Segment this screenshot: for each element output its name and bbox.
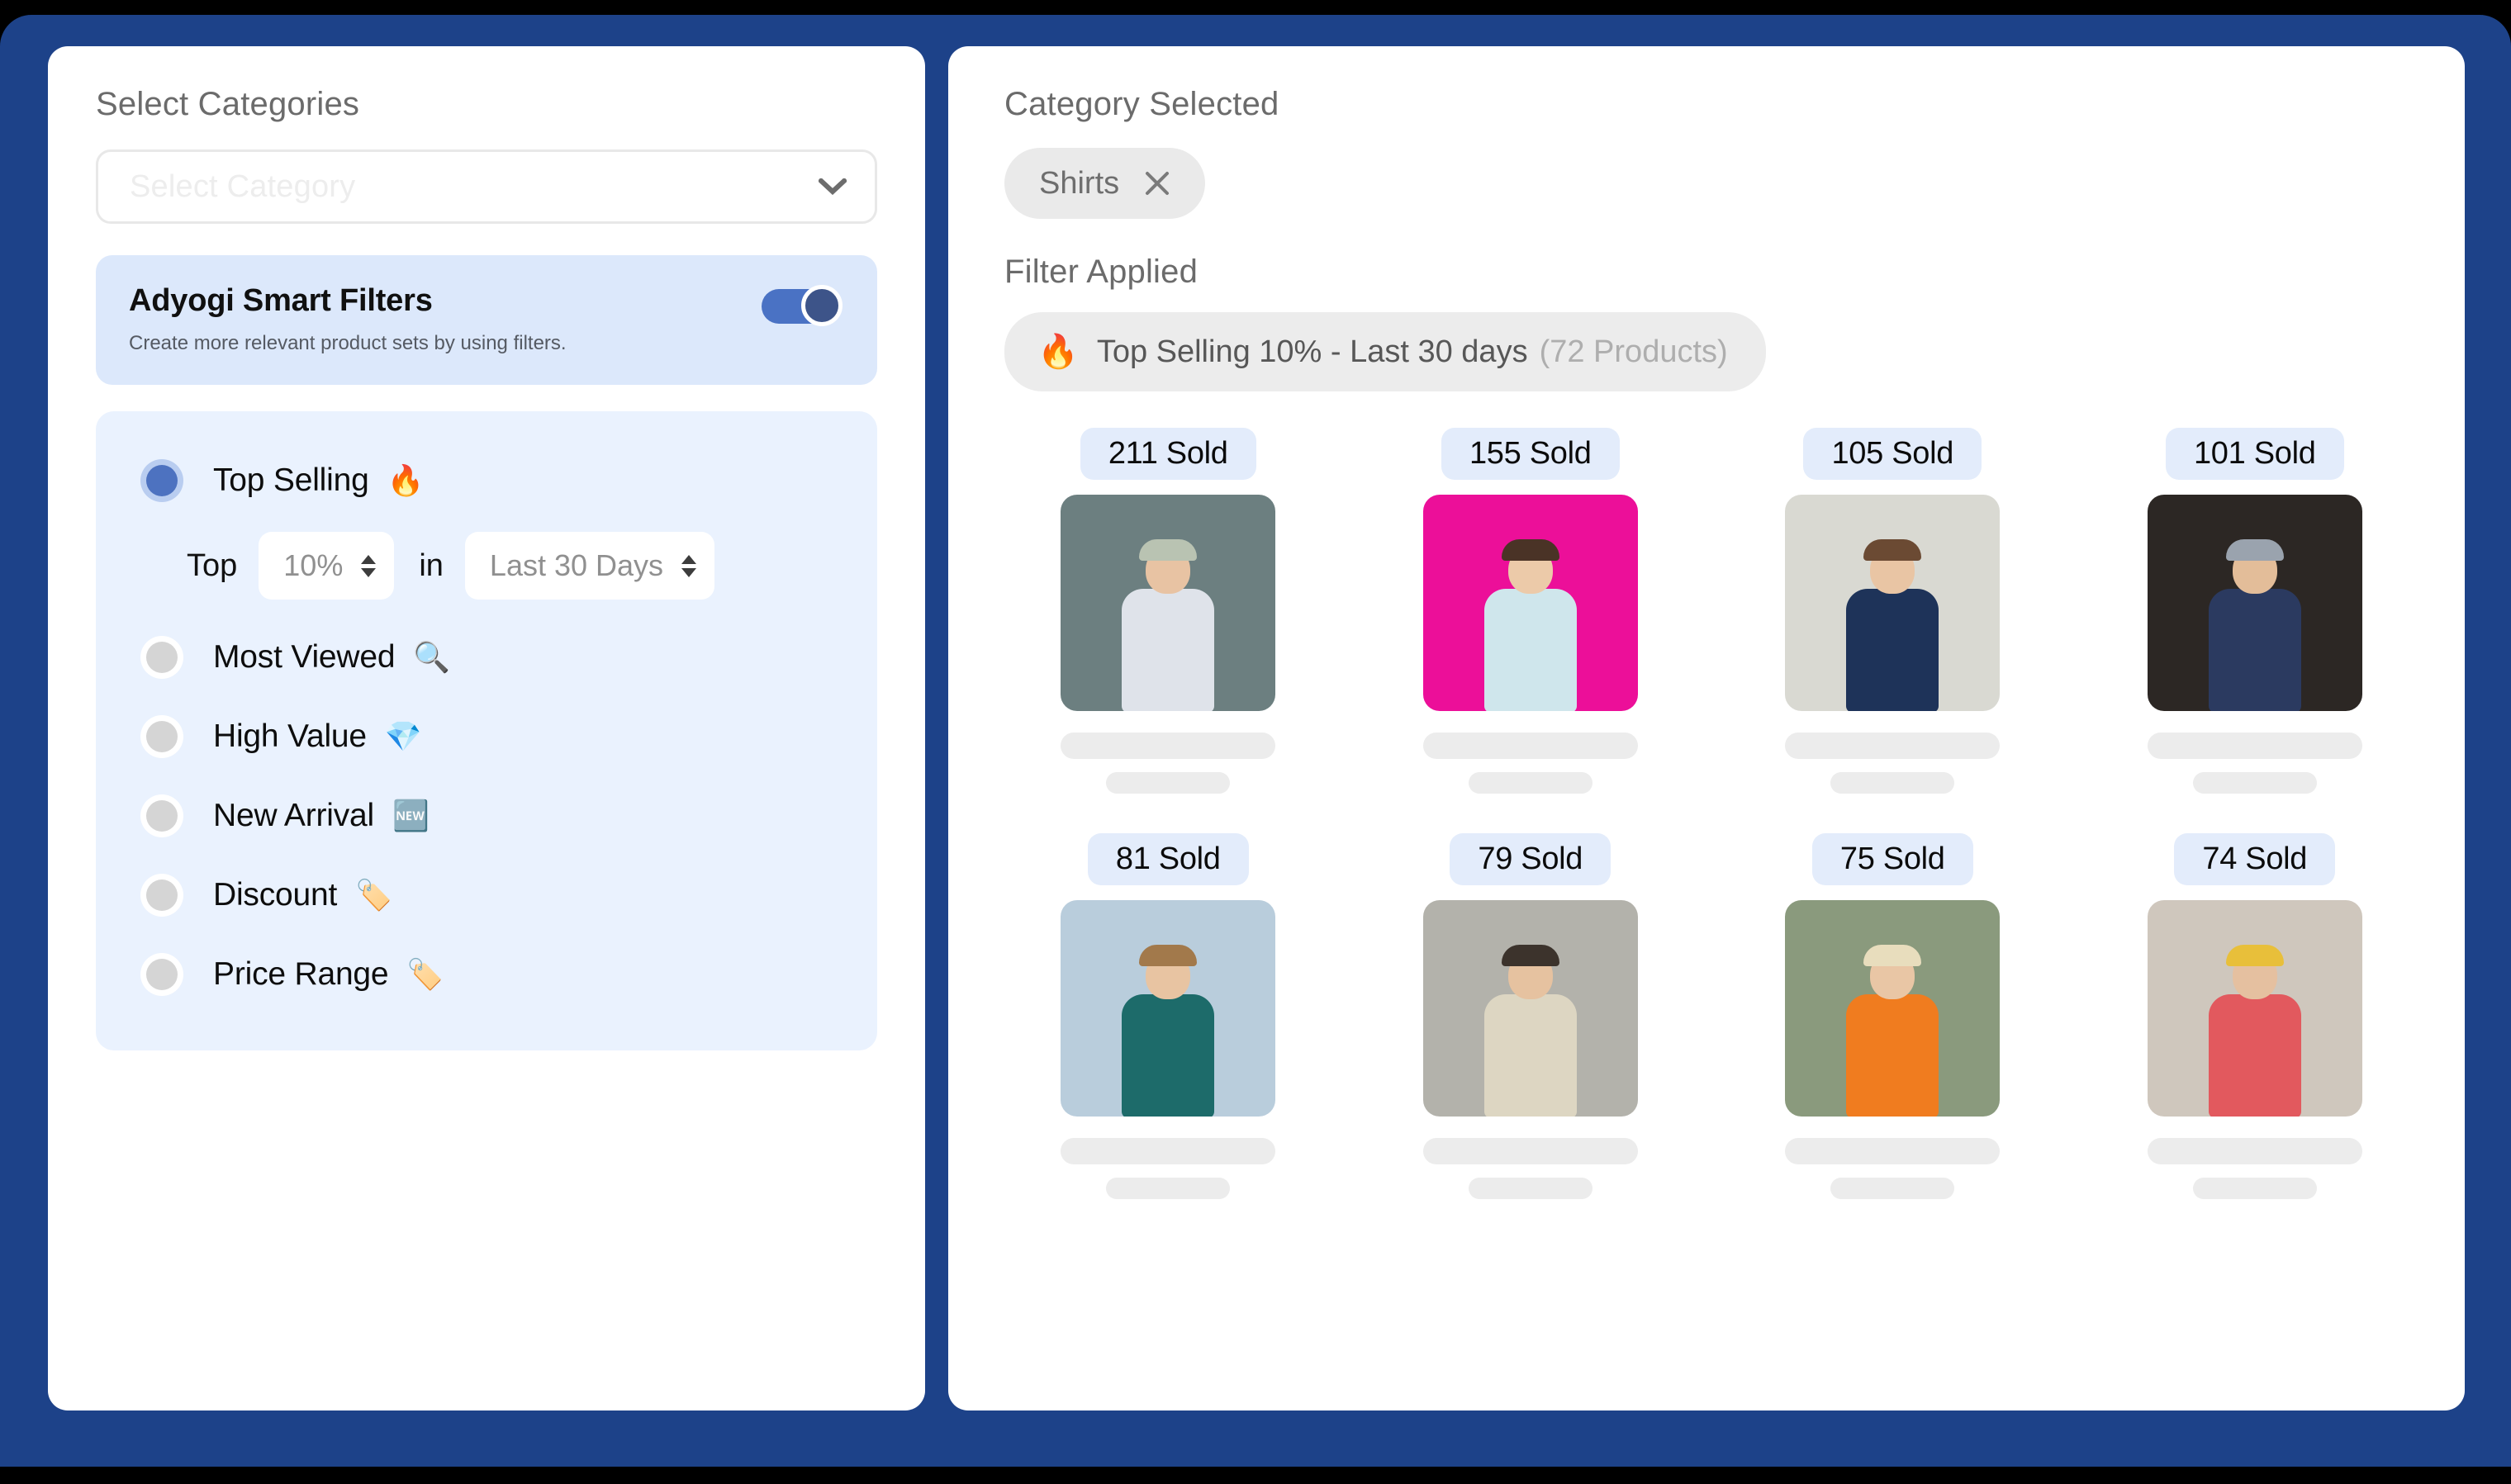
- filter-option-price-range[interactable]: Price Range 🏷️: [96, 935, 877, 1014]
- panels-container: Select Categories Select Category Adyogi…: [48, 46, 2465, 1411]
- product-image: [1061, 495, 1276, 711]
- title-skeleton: [1785, 733, 2001, 759]
- title-skeleton: [1422, 1138, 1638, 1164]
- filter-option-label: Price Range: [213, 956, 389, 992]
- product-image: [1785, 900, 2001, 1117]
- title-skeleton: [2147, 733, 2362, 759]
- sold-badge: 74 Sold: [2174, 833, 2336, 885]
- product-image: [1422, 495, 1638, 711]
- filter-option-label: Discount: [213, 877, 338, 913]
- product-image: [2147, 900, 2362, 1117]
- top-selling-controls: Top 10% in Last 30 Days: [142, 520, 877, 618]
- sold-badge: 101 Sold: [2165, 428, 2344, 480]
- sold-badge: 79 Sold: [1450, 833, 1612, 885]
- filter-option-most-viewed[interactable]: Most Viewed 🔍: [96, 618, 877, 697]
- sold-badge: 81 Sold: [1087, 833, 1249, 885]
- radio-high-value[interactable]: [140, 715, 183, 758]
- filter-options-list: Top Selling 🔥 Top 10% in Last 30 Days Mo…: [96, 411, 877, 1050]
- close-icon[interactable]: [1144, 170, 1170, 197]
- product-card[interactable]: 101 Sold: [2091, 428, 2419, 794]
- product-image: [1061, 900, 1276, 1117]
- period-value: Last 30 Days: [489, 548, 664, 582]
- fire-icon: 🔥: [387, 463, 425, 497]
- filter-option-top-selling[interactable]: Top Selling 🔥: [96, 441, 877, 520]
- price-skeleton: [1830, 772, 1955, 794]
- selected-category-chip[interactable]: Shirts: [1004, 148, 1206, 219]
- preview-panel: Category Selected Shirts Filter Applied …: [948, 46, 2465, 1411]
- percent-value: 10%: [283, 548, 344, 582]
- in-label: in: [419, 548, 444, 583]
- product-grid: 211 Sold 155 Sold 105 Sold 101 Sold 81 S…: [1004, 428, 2418, 1199]
- product-card[interactable]: 75 Sold: [1729, 833, 2057, 1199]
- smart-filters-card: Adyogi Smart Filters Create more relevan…: [96, 255, 877, 385]
- price-skeleton: [1468, 1178, 1593, 1199]
- filter-option-label: High Value: [213, 718, 367, 754]
- smart-filters-subtitle: Create more relevant product sets by usi…: [129, 332, 567, 354]
- radio-discount[interactable]: [140, 874, 183, 917]
- filter-option-label: Most Viewed: [213, 639, 396, 675]
- sold-badge: 211 Sold: [1080, 428, 1256, 480]
- price-skeleton: [2192, 1178, 2317, 1199]
- price-tag-icon: 🏷️: [406, 957, 444, 991]
- period-select[interactable]: Last 30 Days: [464, 532, 715, 600]
- product-card[interactable]: 105 Sold: [1729, 428, 2057, 794]
- chevron-down-icon[interactable]: [819, 178, 847, 195]
- filter-applied-label: Filter Applied: [1004, 254, 1199, 290]
- product-card[interactable]: 155 Sold: [1367, 428, 1695, 794]
- filter-option-label: Top Selling: [213, 462, 369, 498]
- filter-option-discount[interactable]: Discount 🏷️: [96, 856, 877, 935]
- radio-top-selling[interactable]: [140, 459, 183, 502]
- price-skeleton: [1106, 772, 1231, 794]
- radio-price-range[interactable]: [140, 953, 183, 996]
- filter-option-label: New Arrival: [213, 798, 375, 833]
- discount-tag-icon: 🏷️: [355, 878, 392, 912]
- product-image: [2147, 495, 2362, 711]
- new-badge-icon: 🆕: [392, 799, 430, 832]
- smart-filters-title: Adyogi Smart Filters: [129, 283, 433, 318]
- title-skeleton: [1061, 1138, 1276, 1164]
- product-card[interactable]: 211 Sold: [1004, 428, 1332, 794]
- sold-badge: 155 Sold: [1441, 428, 1620, 480]
- top-prefix-label: Top: [187, 548, 238, 583]
- applied-filter-text: Top Selling 10% - Last 30 days: [1096, 334, 1528, 369]
- fire-icon: 🔥: [1037, 334, 1079, 370]
- sold-badge: 75 Sold: [1811, 833, 1973, 885]
- title-skeleton: [1422, 733, 1638, 759]
- product-card[interactable]: 81 Sold: [1004, 833, 1332, 1199]
- category-select-placeholder: Select Category: [130, 168, 356, 204]
- selected-category-label: Shirts: [1039, 165, 1120, 201]
- applied-filter-chip[interactable]: 🔥 Top Selling 10% - Last 30 days (72 Pro…: [1004, 312, 1766, 391]
- toggle-knob: [801, 285, 843, 326]
- price-skeleton: [1830, 1178, 1955, 1199]
- price-skeleton: [1468, 772, 1593, 794]
- sold-badge: 105 Sold: [1803, 428, 1982, 480]
- title-skeleton: [2147, 1138, 2362, 1164]
- radio-most-viewed[interactable]: [140, 636, 183, 679]
- price-skeleton: [1106, 1178, 1231, 1199]
- product-card[interactable]: 74 Sold: [2091, 833, 2419, 1199]
- title-skeleton: [1061, 733, 1276, 759]
- title-skeleton: [1785, 1138, 2001, 1164]
- product-image: [1785, 495, 2001, 711]
- filter-option-high-value[interactable]: High Value 💎: [96, 697, 877, 776]
- applied-filter-count: (72 Products): [1539, 334, 1728, 369]
- product-card[interactable]: 79 Sold: [1367, 833, 1695, 1199]
- radio-new-arrival[interactable]: [140, 794, 183, 837]
- percent-stepper-icon[interactable]: [361, 554, 377, 577]
- price-skeleton: [2192, 772, 2317, 794]
- percent-select[interactable]: 10%: [259, 532, 395, 600]
- smart-filters-toggle[interactable]: [762, 285, 843, 326]
- period-stepper-icon[interactable]: [681, 554, 697, 577]
- filters-panel: Select Categories Select Category Adyogi…: [48, 46, 925, 1411]
- filter-option-new-arrival[interactable]: New Arrival 🆕: [96, 776, 877, 856]
- category-select[interactable]: Select Category: [96, 149, 877, 224]
- screenshot-root: Select Categories Select Category Adyogi…: [0, 0, 2511, 1484]
- select-categories-label: Select Categories: [96, 86, 360, 122]
- product-image: [1422, 900, 1638, 1117]
- magnifying-glass-icon: 🔍: [413, 640, 451, 674]
- gem-icon: 💎: [384, 719, 422, 753]
- category-selected-label: Category Selected: [1004, 86, 1279, 122]
